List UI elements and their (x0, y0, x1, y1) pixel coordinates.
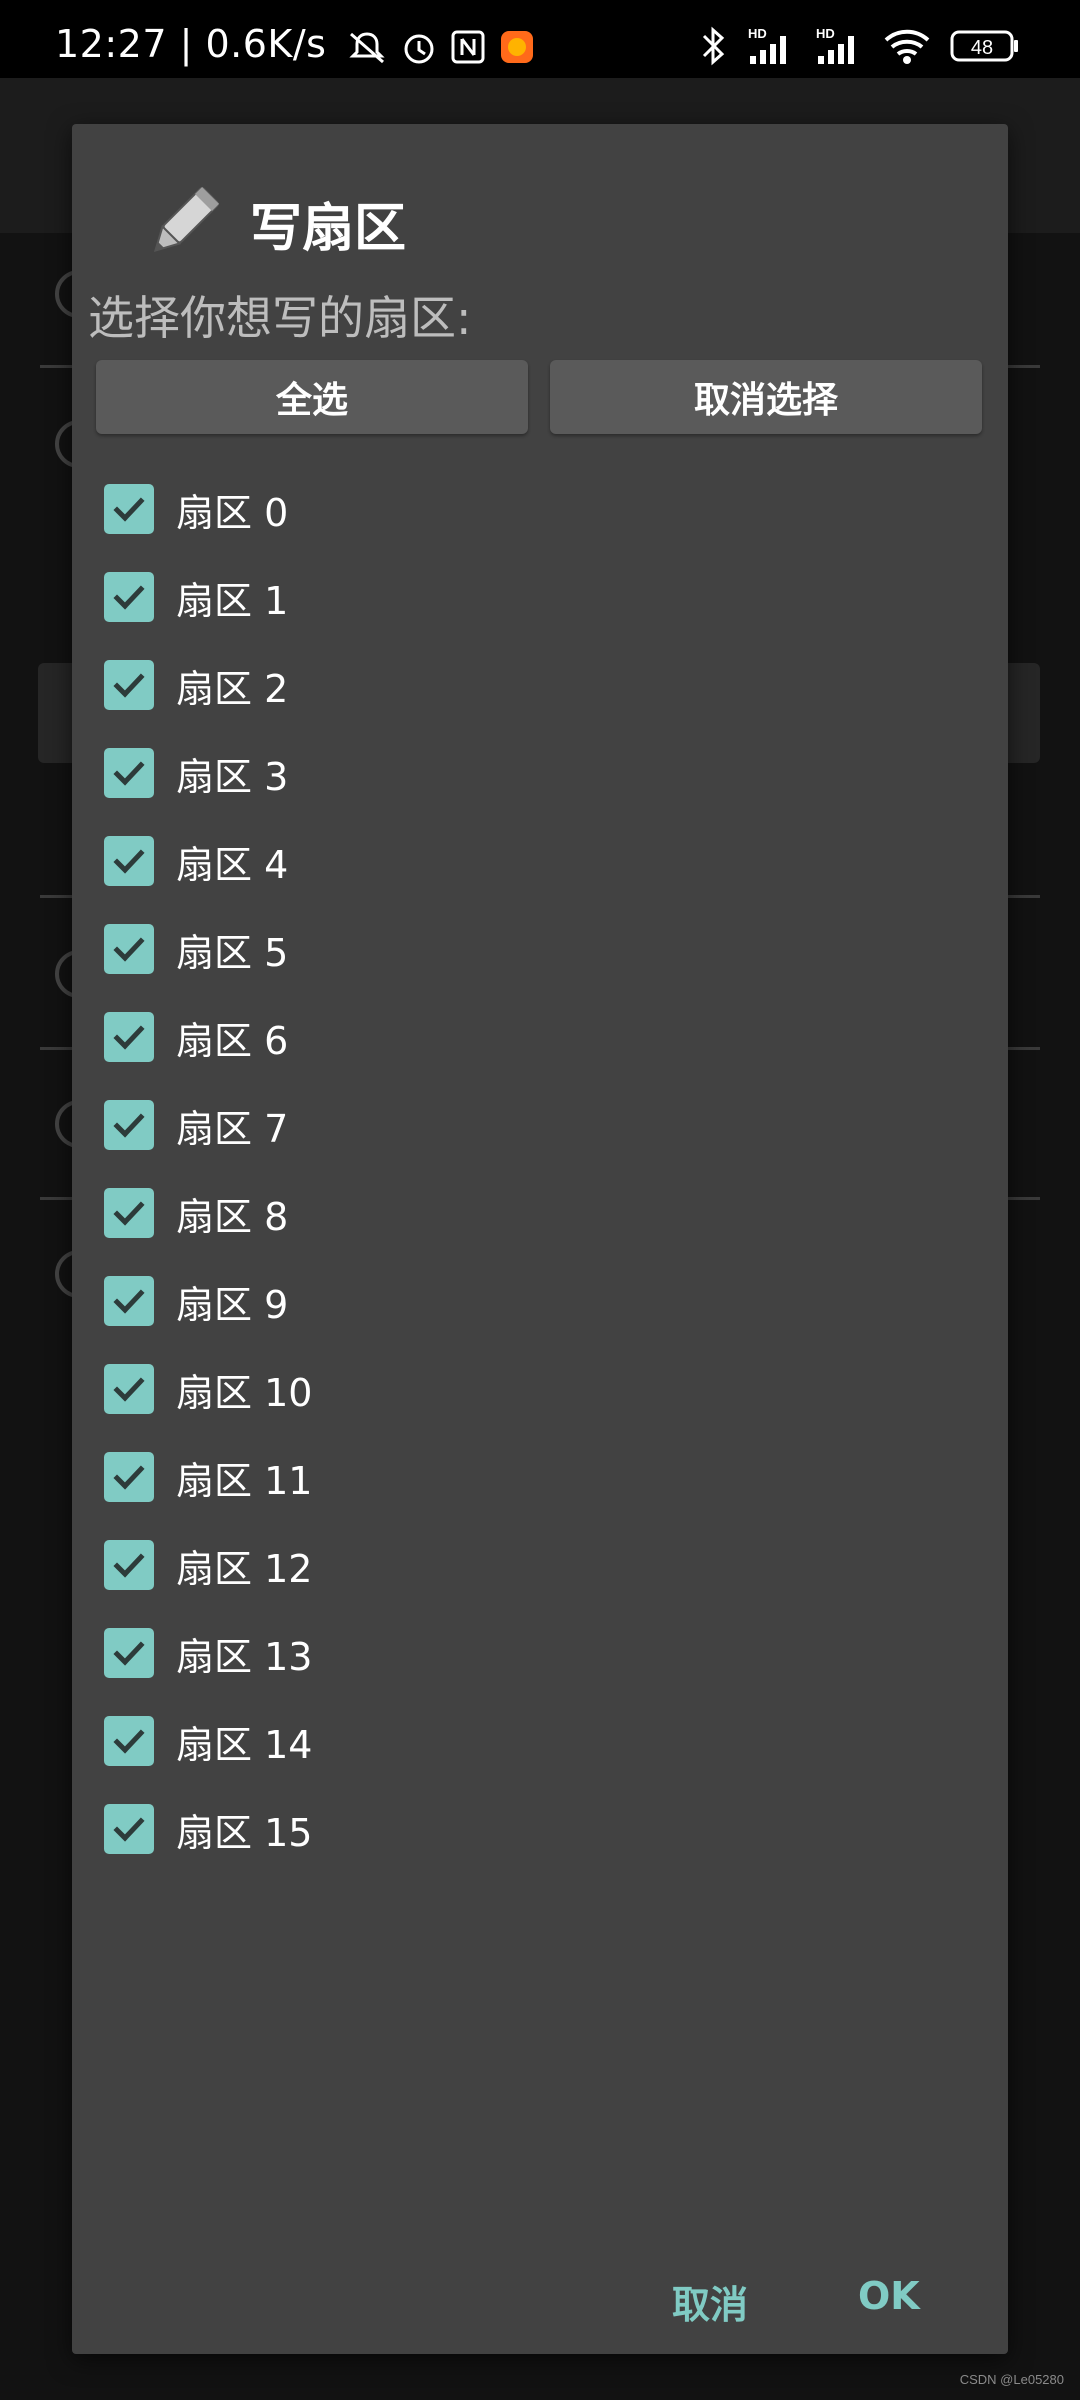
signal-hd-icon: HD (746, 26, 796, 75)
sector-label: 扇区 0 (176, 490, 289, 535)
checkbox-icon[interactable] (104, 748, 154, 798)
checkbox-icon[interactable] (104, 1716, 154, 1766)
sector-label: 扇区 1 (176, 578, 289, 623)
status-time-speed: 12:27 | 0.6K/s (55, 22, 535, 66)
checkbox-icon[interactable] (104, 924, 154, 974)
checkbox-icon[interactable] (104, 484, 154, 534)
signal-hd-icon: HD (814, 26, 864, 75)
checkbox-icon[interactable] (104, 572, 154, 622)
sector-label: 扇区 10 (176, 1370, 313, 1415)
sector-item[interactable]: 扇区 2 (104, 645, 288, 725)
watermark: CSDN @Le05280 (959, 2372, 1064, 2387)
ok-button[interactable]: OK (858, 2274, 920, 2318)
sector-label: 扇区 4 (176, 842, 289, 887)
sector-label: 扇区 3 (176, 754, 289, 799)
checkbox-icon[interactable] (104, 660, 154, 710)
checkbox-icon[interactable] (104, 1364, 154, 1414)
sector-label: 扇区 11 (176, 1458, 313, 1503)
sector-label: 扇区 8 (176, 1194, 289, 1239)
checkbox-icon[interactable] (104, 1276, 154, 1326)
sector-label: 扇区 6 (176, 1018, 289, 1063)
sector-item[interactable]: 扇区 10 (104, 1349, 312, 1429)
clock: 12:27 (55, 22, 168, 66)
sector-item[interactable]: 扇区 11 (104, 1437, 312, 1517)
nfc-icon (450, 22, 499, 66)
sector-item[interactable]: 扇区 4 (104, 821, 288, 901)
sector-item[interactable]: 扇区 15 (104, 1789, 312, 1869)
wifi-icon (882, 26, 932, 75)
sector-label: 扇区 13 (176, 1634, 313, 1679)
status-bar: 12:27 | 0.6K/s HD HD 48 (0, 0, 1080, 78)
deselect-all-button[interactable]: 取消选择 (550, 360, 982, 434)
sector-item[interactable]: 扇区 5 (104, 909, 288, 989)
sector-label: 扇区 9 (176, 1282, 289, 1327)
app-icon (499, 22, 535, 66)
sector-label: 扇区 5 (176, 930, 289, 975)
network-speed: 0.6K/s (205, 22, 327, 66)
svg-text:HD: HD (816, 26, 835, 41)
sector-item[interactable]: 扇区 6 (104, 997, 288, 1077)
sector-label: 扇区 15 (176, 1810, 313, 1855)
checkbox-icon[interactable] (104, 1804, 154, 1854)
select-all-button[interactable]: 全选 (96, 360, 528, 434)
pencil-icon (138, 178, 228, 268)
mute-icon (339, 22, 400, 66)
dialog-title: 写扇区 (250, 199, 407, 259)
checkbox-icon[interactable] (104, 1452, 154, 1502)
sector-item[interactable]: 扇区 1 (104, 557, 288, 637)
checkbox-icon[interactable] (104, 836, 154, 886)
write-sector-dialog: 写扇区 选择你想写的扇区: 全选 取消选择 扇区 0 扇区 1 扇区 2 扇区 3 扇区… (72, 124, 1008, 2354)
dialog-subtitle: 选择你想写的扇区: (88, 291, 472, 345)
sector-item[interactable]: 扇区 9 (104, 1261, 288, 1341)
sector-item[interactable]: 扇区 3 (104, 733, 288, 813)
sector-label: 扇区 14 (176, 1722, 313, 1767)
checkbox-icon[interactable] (104, 1540, 154, 1590)
checkbox-icon[interactable] (104, 1628, 154, 1678)
bluetooth-icon (698, 26, 728, 75)
svg-text:HD: HD (748, 26, 767, 41)
sector-label: 扇区 2 (176, 666, 289, 711)
sector-item[interactable]: 扇区 0 (104, 469, 288, 549)
sector-label: 扇区 7 (176, 1106, 289, 1151)
sector-item[interactable]: 扇区 14 (104, 1701, 312, 1781)
sector-label: 扇区 12 (176, 1546, 313, 1591)
sector-item[interactable]: 扇区 13 (104, 1613, 312, 1693)
checkbox-icon[interactable] (104, 1012, 154, 1062)
checkbox-icon[interactable] (104, 1100, 154, 1150)
sector-item[interactable]: 扇区 12 (104, 1525, 312, 1605)
checkbox-icon[interactable] (104, 1188, 154, 1238)
sector-item[interactable]: 扇区 7 (104, 1085, 288, 1165)
sector-item[interactable]: 扇区 8 (104, 1173, 288, 1253)
status-icons-right: HD HD 48 (698, 26, 1020, 75)
battery-icon: 48 (950, 28, 1020, 73)
alarm-icon (400, 22, 451, 66)
separator: | (179, 22, 206, 66)
battery-level: 48 (971, 37, 993, 59)
cancel-button[interactable]: 取消 (672, 2274, 748, 2329)
